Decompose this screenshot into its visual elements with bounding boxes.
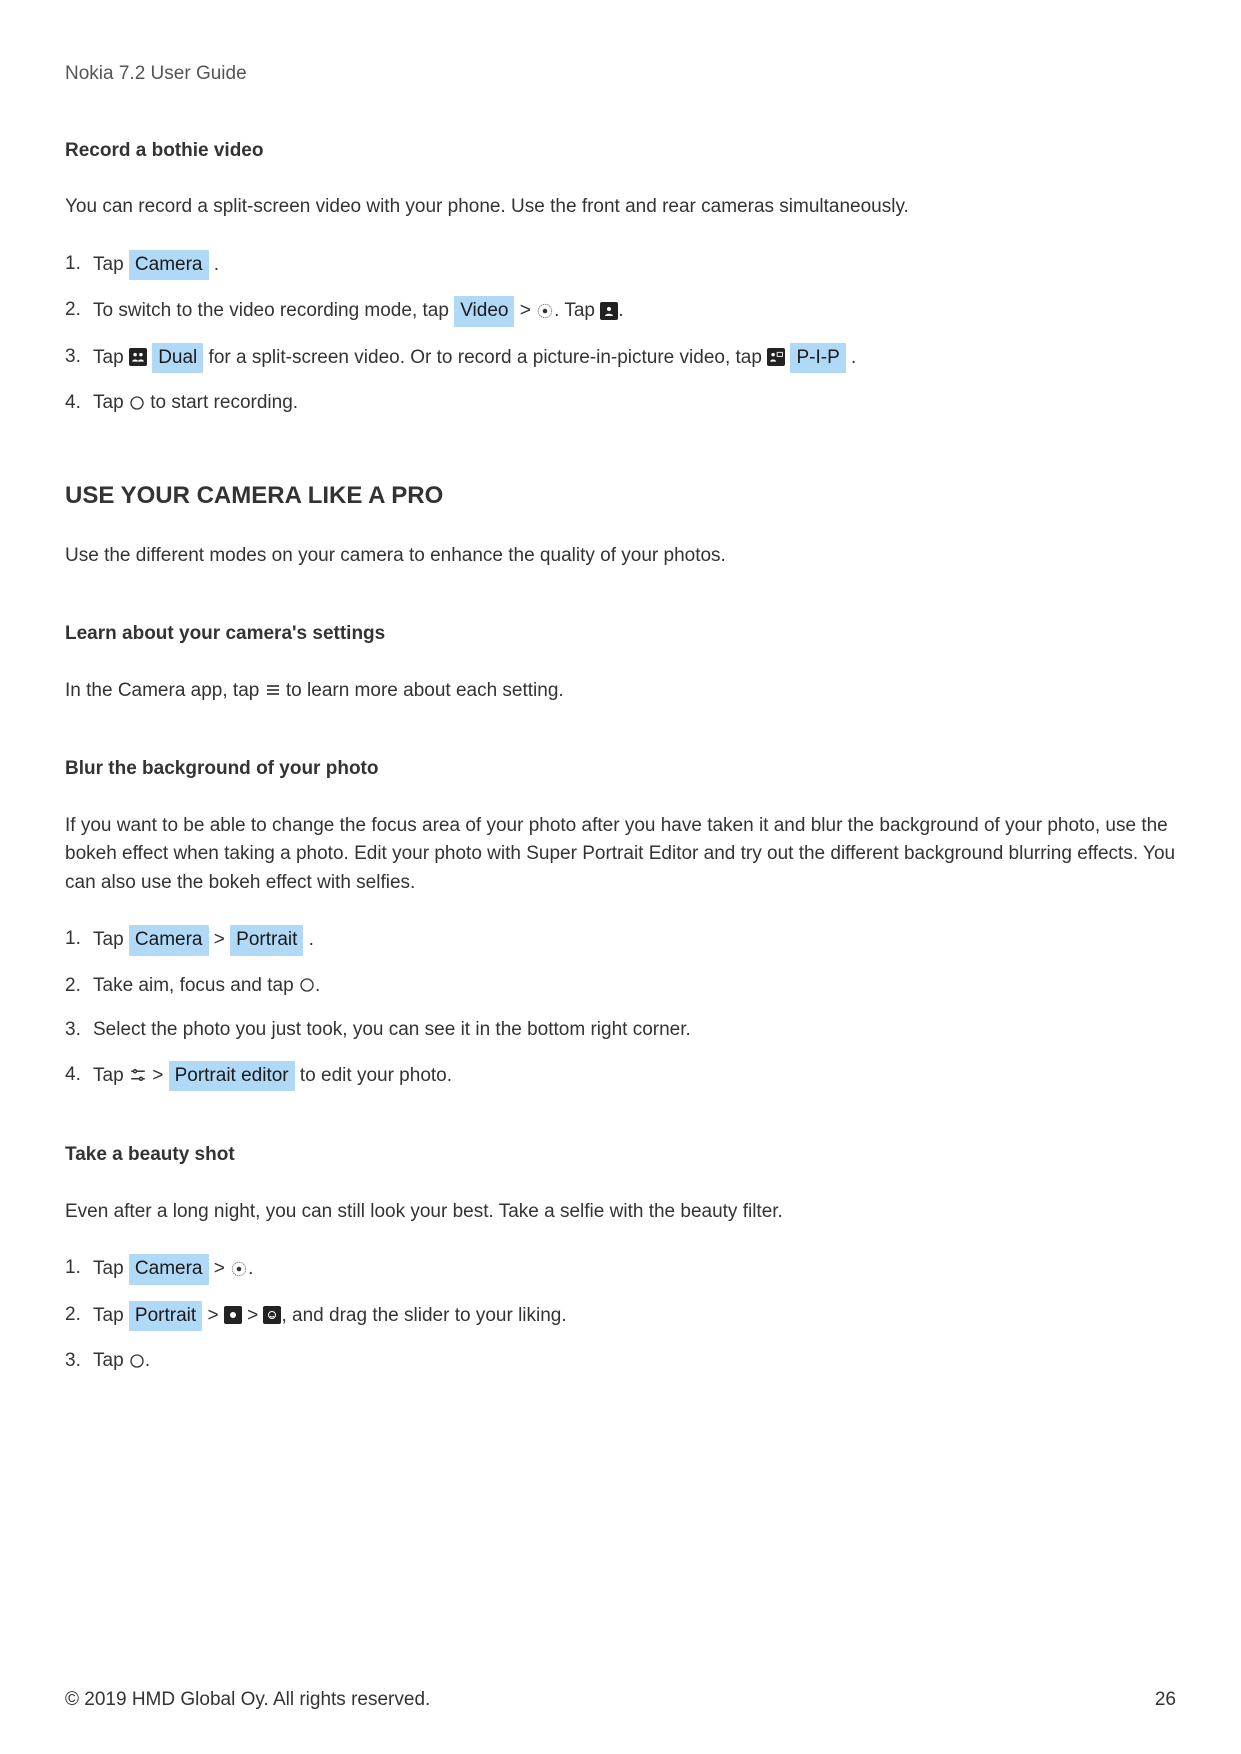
chip-portrait: Portrait — [129, 1301, 202, 1332]
bothie-steps: Tap Camera . To switch to the video reco… — [65, 250, 1176, 418]
chip-video: Video — [454, 296, 514, 327]
step-text: > — [242, 1305, 264, 1326]
step-text: to start recording. — [145, 392, 298, 413]
chip-camera: Camera — [129, 250, 209, 281]
blur-step-1: Tap Camera > Portrait . — [65, 925, 1176, 956]
section-title-settings: Learn about your camera's settings — [65, 620, 1176, 649]
step-text: . — [209, 254, 220, 275]
section-title-bothie: Record a bothie video — [65, 137, 1176, 166]
chip-portrait: Portrait — [230, 925, 303, 956]
blur-step-3: Select the photo you just took, you can … — [65, 1016, 1176, 1045]
blur-intro: If you want to be able to change the foc… — [65, 812, 1176, 898]
step-text: to edit your photo. — [295, 1065, 452, 1086]
step-text: Tap — [93, 1305, 129, 1326]
settings-line: In the Camera app, tap to learn more abo… — [65, 677, 1176, 706]
pro-intro: Use the different modes on your camera t… — [65, 542, 1176, 571]
step-text: . Tap — [554, 300, 600, 321]
beauty-intro: Even after a long night, you can still l… — [65, 1198, 1176, 1227]
blur-step-2: Take aim, focus and tap . — [65, 972, 1176, 1001]
step-text: > — [147, 1065, 169, 1086]
chip-camera: Camera — [129, 925, 209, 956]
section-title-pro: USE YOUR CAMERA LIKE A PRO — [65, 478, 1176, 514]
switch-camera-icon — [536, 302, 554, 320]
bothie-step-2: To switch to the video recording mode, t… — [65, 296, 1176, 327]
blur-steps: Tap Camera > Portrait . Take aim, focus … — [65, 925, 1176, 1091]
blur-step-4: Tap > Portrait editor to edit your photo… — [65, 1061, 1176, 1092]
step-text: > — [514, 300, 536, 321]
step-text: Tap — [93, 347, 129, 368]
step-text: for a split-screen video. Or to record a… — [203, 347, 767, 368]
section-title-beauty: Take a beauty shot — [65, 1141, 1176, 1170]
step-text: Tap — [93, 392, 129, 413]
bothie-intro: You can record a split-screen video with… — [65, 193, 1176, 222]
step-text: . — [315, 975, 320, 996]
menu-icon — [265, 683, 281, 697]
footer-page-number: 26 — [1155, 1686, 1176, 1715]
bothie-step-4: Tap to start recording. — [65, 389, 1176, 418]
step-text: . — [248, 1258, 253, 1279]
step-text: Tap — [93, 929, 129, 950]
shutter-circle-icon — [299, 977, 315, 993]
sliders-icon — [129, 1067, 147, 1083]
step-text: , and drag the slider to your liking. — [281, 1305, 566, 1326]
step-text: Tap — [93, 1350, 129, 1371]
shutter-circle-icon — [129, 1353, 145, 1369]
record-circle-icon — [129, 395, 145, 411]
step-text: To switch to the video recording mode, t… — [93, 300, 454, 321]
page-footer: © 2019 HMD Global Oy. All rights reserve… — [65, 1686, 1176, 1715]
step-text: . — [846, 347, 857, 368]
person-icon — [600, 302, 618, 320]
step-text: . — [618, 300, 623, 321]
step-text: Tap — [93, 1258, 129, 1279]
step-text: . — [145, 1350, 150, 1371]
footer-copyright: © 2019 HMD Global Oy. All rights reserve… — [65, 1686, 430, 1715]
step-text: to learn more about each setting. — [281, 680, 564, 701]
beauty-icon — [224, 1306, 242, 1324]
switch-camera-icon — [230, 1260, 248, 1278]
step-text: Tap — [93, 254, 129, 275]
beauty-step-3: Tap . — [65, 1347, 1176, 1376]
step-text: > — [202, 1305, 224, 1326]
step-text: In the Camera app, tap — [65, 680, 265, 701]
step-text: > — [209, 929, 231, 950]
step-text: . — [303, 929, 314, 950]
bothie-step-1: Tap Camera . — [65, 250, 1176, 281]
bothie-step-3: Tap Dual for a split-screen video. Or to… — [65, 343, 1176, 374]
chip-dual: Dual — [152, 343, 203, 374]
beauty-steps: Tap Camera > . Tap Portrait > > , and dr… — [65, 1254, 1176, 1376]
chip-portrait-editor: Portrait editor — [169, 1061, 295, 1092]
beauty-step-2: Tap Portrait > > , and drag the slider t… — [65, 1301, 1176, 1332]
step-text: Take aim, focus and tap — [93, 975, 299, 996]
pip-icon — [767, 348, 785, 366]
chip-pip: P-I-P — [790, 343, 845, 374]
face-beautify-icon — [263, 1306, 281, 1324]
step-text: > — [209, 1258, 231, 1279]
section-title-blur: Blur the background of your photo — [65, 755, 1176, 784]
beauty-step-1: Tap Camera > . — [65, 1254, 1176, 1285]
chip-camera: Camera — [129, 1254, 209, 1285]
step-text: Tap — [93, 1065, 129, 1086]
header-guide-title: Nokia 7.2 User Guide — [65, 60, 1176, 89]
dual-people-icon — [129, 348, 147, 366]
